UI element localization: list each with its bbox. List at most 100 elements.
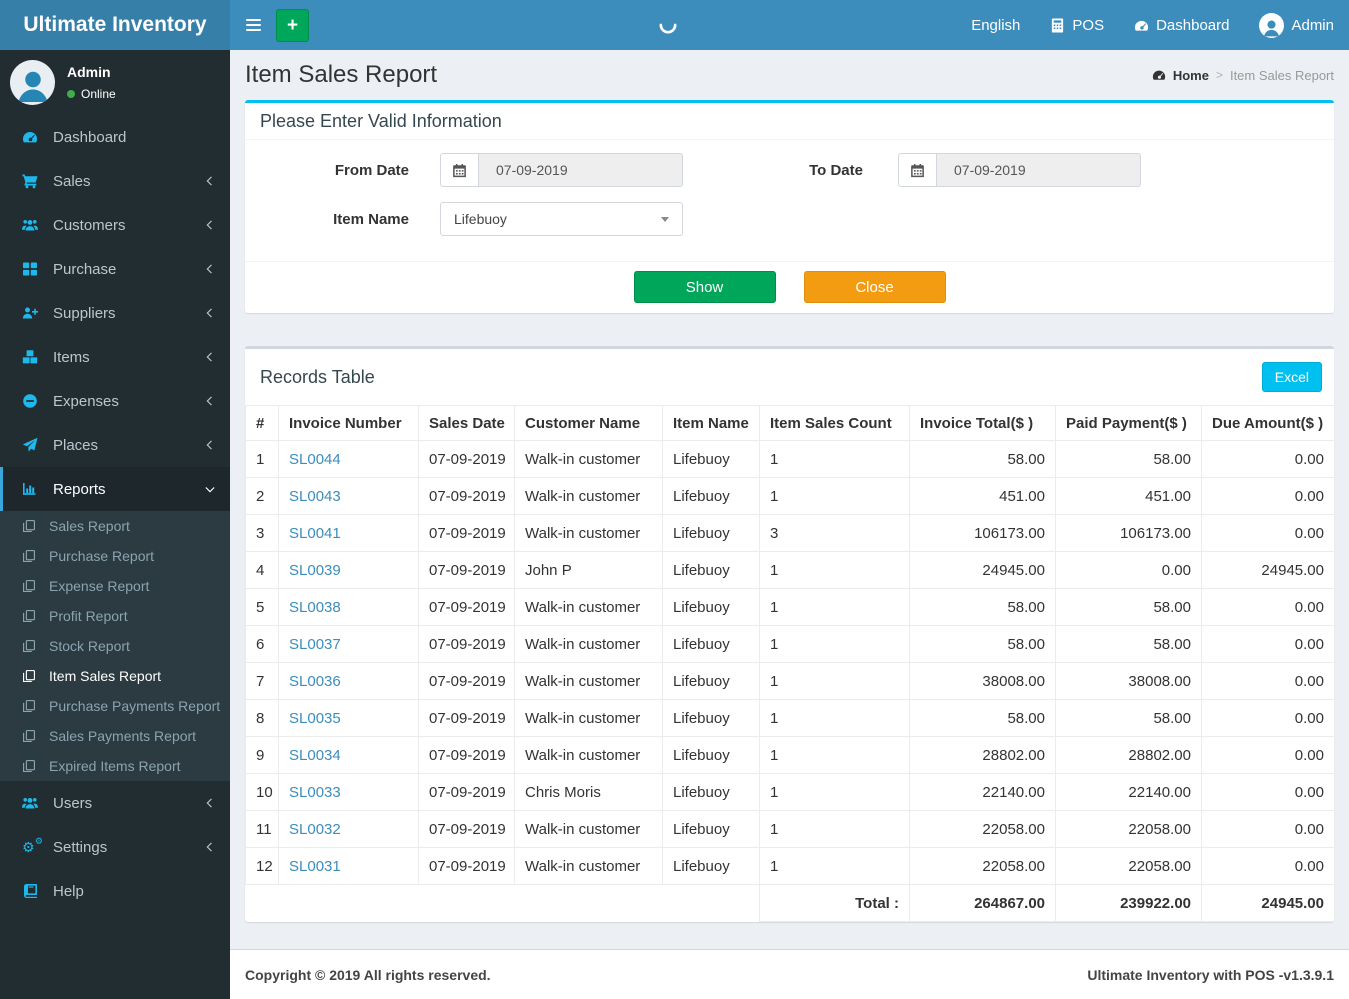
- cell-sales-date: 07-09-2019: [418, 699, 515, 737]
- invoice-link[interactable]: SL0037: [289, 636, 341, 653]
- sidebar-item-settings[interactable]: ⚙ ⚙ Settings: [0, 825, 230, 869]
- sidebar-item-sales-payments-report[interactable]: Sales Payments Report: [0, 721, 230, 751]
- sidebar-user-panel: Admin Online: [0, 50, 230, 115]
- item-name-select[interactable]: Lifebuoy: [440, 202, 683, 236]
- cell-paid-payment: 58.00: [1055, 588, 1202, 626]
- breadcrumb: Home > Item Sales Report: [1152, 68, 1334, 83]
- book-icon: [22, 883, 44, 899]
- breadcrumb-home-link[interactable]: Home: [1173, 68, 1209, 83]
- cell-invoice-total: 58.00: [909, 625, 1056, 663]
- copy-icon: [22, 609, 42, 623]
- sidebar-item-label: Suppliers: [53, 304, 116, 322]
- sidebar-item-places[interactable]: Places: [0, 423, 230, 467]
- invoice-link[interactable]: SL0039: [289, 562, 341, 579]
- invoice-link[interactable]: SL0033: [289, 784, 341, 801]
- copy-icon: [22, 579, 42, 593]
- to-date-label: To Date: [809, 161, 863, 179]
- from-date-field: [440, 153, 683, 187]
- sidebar-item-sales-report[interactable]: Sales Report: [0, 511, 230, 541]
- sidebar-item-label: Expense Report: [49, 578, 150, 594]
- cell-invoice-total: 22140.00: [909, 773, 1056, 811]
- sidebar-item-reports[interactable]: Reports: [0, 467, 230, 511]
- cell-due-amount: 0.00: [1201, 440, 1335, 478]
- sidebar-item-help[interactable]: Help: [0, 869, 230, 913]
- sidebar-item-users[interactable]: Users: [0, 781, 230, 825]
- close-button[interactable]: Close: [803, 271, 946, 303]
- sidebar-item-suppliers[interactable]: Suppliers: [0, 291, 230, 335]
- cell-item-name: Lifebuoy: [662, 588, 760, 626]
- sidebar-item-expense-report[interactable]: Expense Report: [0, 571, 230, 601]
- chevron-down-icon: [661, 217, 669, 222]
- cell-due-amount: 0.00: [1201, 736, 1335, 774]
- cell-: 3: [245, 514, 279, 552]
- table-row: 6 SL0037 07-09-2019 Walk-in customer Lifebuo…: [245, 625, 1335, 663]
- cell-: 1: [245, 440, 279, 478]
- cell-customer-name: Walk-in customer: [514, 625, 663, 663]
- cell-invoice-number: SL0033: [278, 773, 419, 811]
- cell-item-sales-count: 1: [759, 662, 910, 700]
- sidebar-item-profit-report[interactable]: Profit Report: [0, 601, 230, 631]
- sidebar-item-sales[interactable]: Sales: [0, 159, 230, 203]
- chevron-left-icon: [204, 841, 216, 853]
- chevron-left-icon: [204, 395, 216, 407]
- cell-: 7: [245, 662, 279, 700]
- pos-link[interactable]: POS: [1035, 0, 1119, 50]
- quick-add-button[interactable]: +: [276, 8, 309, 42]
- cell-customer-name: John P: [514, 551, 663, 589]
- sidebar-item-label: Places: [53, 436, 99, 454]
- user-menu[interactable]: Admin: [1244, 0, 1349, 50]
- invoice-link[interactable]: SL0032: [289, 821, 341, 838]
- sidebar-toggle-button[interactable]: [230, 0, 276, 50]
- cell-due-amount: 0.00: [1201, 847, 1335, 885]
- brand-logo[interactable]: Ultimate Inventory: [0, 0, 230, 50]
- cell-due-amount: 0.00: [1201, 699, 1335, 737]
- cell-invoice-total: 58.00: [909, 440, 1056, 478]
- to-date-input[interactable]: [936, 153, 1141, 187]
- cell-due-amount: 0.00: [1201, 477, 1335, 515]
- from-date-input[interactable]: [478, 153, 683, 187]
- invoice-link[interactable]: SL0043: [289, 488, 341, 505]
- table-row: 3 SL0041 07-09-2019 Walk-in customer Lifebuo…: [245, 514, 1335, 552]
- cell-item-name: Lifebuoy: [662, 625, 760, 663]
- invoice-link[interactable]: SL0044: [289, 451, 341, 468]
- cell-: 5: [245, 588, 279, 626]
- cell-paid-payment: 106173.00: [1055, 514, 1202, 552]
- invoice-link[interactable]: SL0031: [289, 858, 341, 875]
- dashboard-link[interactable]: Dashboard: [1119, 0, 1244, 50]
- cell-item-sales-count: 1: [759, 551, 910, 589]
- content-area: Item Sales Report Home > Item Sales Repo…: [230, 50, 1349, 999]
- cell-paid-payment: 58.00: [1055, 625, 1202, 663]
- cell-invoice-total: 28802.00: [909, 736, 1056, 774]
- sidebar-item-stock-report[interactable]: Stock Report: [0, 631, 230, 661]
- sidebar-item-expenses[interactable]: Expenses: [0, 379, 230, 423]
- invoice-link[interactable]: SL0035: [289, 710, 341, 727]
- chevron-left-icon: [204, 439, 216, 451]
- cell-sales-date: 07-09-2019: [418, 588, 515, 626]
- excel-export-button[interactable]: Excel: [1261, 362, 1322, 392]
- filter-form: From Date To Date Item Name: [245, 140, 1334, 262]
- sidebar-item-item-sales-report[interactable]: Item Sales Report: [0, 661, 230, 691]
- invoice-link[interactable]: SL0041: [289, 525, 341, 542]
- copy-icon: [22, 519, 42, 533]
- invoice-link[interactable]: SL0034: [289, 747, 341, 764]
- sidebar-item-customers[interactable]: Customers: [0, 203, 230, 247]
- sidebar-item-purchase-payments-report[interactable]: Purchase Payments Report: [0, 691, 230, 721]
- cell-item-name: Lifebuoy: [662, 810, 760, 848]
- cell-: 2: [245, 477, 279, 515]
- language-menu[interactable]: English: [956, 0, 1035, 50]
- cell-item-sales-count: 1: [759, 847, 910, 885]
- sidebar-item-expired-items-report[interactable]: Expired Items Report: [0, 751, 230, 781]
- sidebar-item-purchase-report[interactable]: Purchase Report: [0, 541, 230, 571]
- show-button[interactable]: Show: [633, 271, 776, 303]
- gears-icon: ⚙ ⚙: [22, 835, 43, 855]
- sidebar-item-dashboard[interactable]: Dashboard: [0, 115, 230, 159]
- cell-due-amount: 0.00: [1201, 514, 1335, 552]
- invoice-link[interactable]: SL0036: [289, 673, 341, 690]
- invoice-link[interactable]: SL0038: [289, 599, 341, 616]
- sidebar-item-purchase[interactable]: Purchase: [0, 247, 230, 291]
- minus-circle-icon: [22, 393, 44, 409]
- cell-item-name: Lifebuoy: [662, 847, 760, 885]
- sidebar-item-items[interactable]: Items: [0, 335, 230, 379]
- brand-title: Ultimate Inventory: [23, 13, 207, 36]
- calculator-icon: [1050, 17, 1065, 33]
